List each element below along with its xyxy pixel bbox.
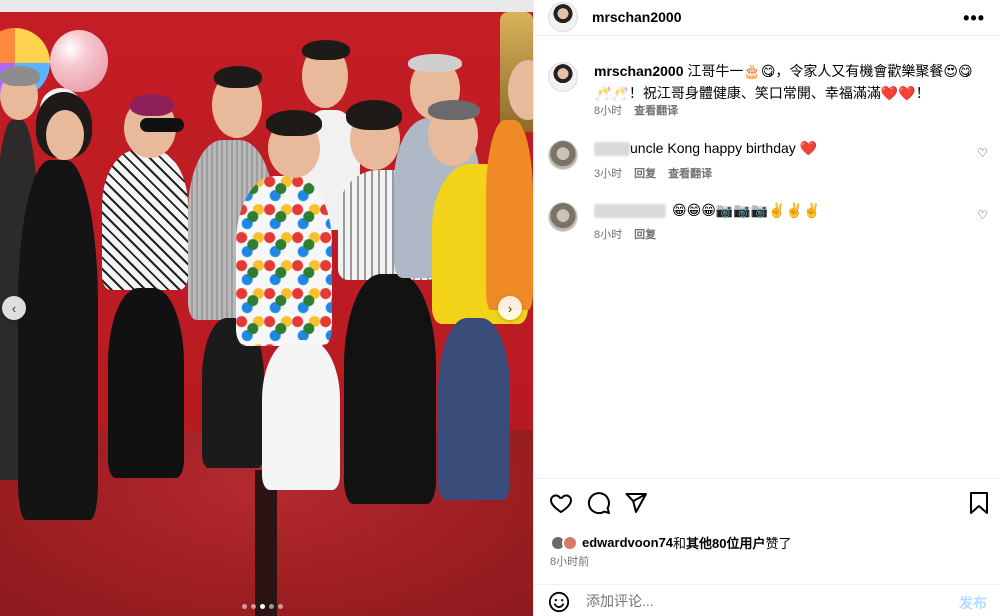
commenter-avatar[interactable]: [548, 140, 578, 170]
post-photo[interactable]: ‹ ›: [0, 0, 533, 616]
caption-text: mrschan2000 江哥牛一🎂😋，令家人又有機會歡樂聚餐😍😋🥂🥂！祝江哥身體…: [594, 60, 984, 104]
post-comment-button[interactable]: 发布: [959, 593, 987, 613]
caption-username[interactable]: mrschan2000: [594, 63, 684, 79]
caption-time: 8小时: [594, 105, 623, 117]
comment-time: 8小时: [594, 229, 623, 241]
smiley-icon[interactable]: [548, 591, 570, 616]
commenter-username-blurred[interactable]: [594, 142, 630, 157]
carousel-dots: [242, 604, 283, 609]
comment-like-icon[interactable]: ♡: [977, 208, 988, 222]
author-username[interactable]: mrschan2000: [592, 9, 682, 25]
carousel-dot: [260, 604, 265, 609]
add-comment-bar: 发布: [534, 584, 1000, 616]
likes-summary[interactable]: edwardvoon74 和其他80位用户 赞了: [550, 533, 792, 552]
comment-meta: 3小时 回复 查看翻译: [594, 165, 712, 181]
carousel-dot: [278, 604, 283, 609]
comment-text-line: uncle Kong happy birthday ❤️: [594, 140, 817, 157]
reply-button[interactable]: 回复: [634, 168, 656, 180]
speech-bubble-icon[interactable]: [587, 491, 611, 520]
comment-text-line: 😁😁😁📷📷📷✌️✌️✌️: [594, 202, 820, 219]
likes-suffix: 赞了: [765, 536, 792, 551]
more-options-icon[interactable]: •••: [963, 8, 985, 29]
comment-translate-link[interactable]: 查看翻译: [668, 168, 712, 180]
action-bar: [534, 478, 1000, 528]
balloon: [50, 30, 108, 92]
heart-outline-icon[interactable]: [549, 491, 573, 520]
caption-meta: 8小时 查看翻译: [594, 102, 678, 118]
comment-input[interactable]: [586, 593, 926, 609]
likes-first-user[interactable]: edwardvoon74: [582, 535, 673, 550]
liker-avatar: [562, 534, 578, 551]
post-time-ago: 8小时前: [550, 556, 590, 568]
comment-meta: 8小时 回复: [594, 226, 656, 242]
comment-text: uncle Kong happy birthday ❤️: [630, 140, 818, 156]
caption-avatar[interactable]: [548, 62, 578, 92]
comment-time: 3小时: [594, 168, 623, 180]
carousel-dot: [251, 604, 256, 609]
bookmark-icon[interactable]: [968, 491, 990, 520]
likes-others[interactable]: 其他80位用户: [686, 533, 765, 552]
chevron-left-icon: ‹: [11, 300, 17, 316]
reply-button[interactable]: 回复: [634, 229, 656, 241]
author-avatar[interactable]: [548, 2, 578, 32]
commenter-avatar[interactable]: [548, 202, 578, 232]
carousel-dot: [269, 604, 274, 609]
carousel-prev-button[interactable]: ‹: [2, 296, 26, 320]
paper-plane-icon[interactable]: [624, 491, 648, 520]
comment-text: 😁😁😁📷📷📷✌️✌️✌️: [672, 202, 821, 218]
carousel-next-button[interactable]: ›: [498, 296, 522, 320]
commenter-username-blurred[interactable]: [594, 204, 666, 219]
carousel-dot: [242, 604, 247, 609]
chevron-right-icon: ›: [507, 300, 513, 316]
photo-aisle: [255, 470, 277, 616]
likes-connector: 和: [673, 536, 687, 551]
post-header: mrschan2000 •••: [534, 0, 1000, 36]
photo-top-strip: [0, 0, 533, 12]
post-details-panel: mrschan2000 ••• mrschan2000 江哥牛一🎂😋，令家人又有…: [533, 0, 1000, 616]
caption-translate-link[interactable]: 查看翻译: [634, 105, 678, 117]
comment-like-icon[interactable]: ♡: [977, 146, 988, 160]
